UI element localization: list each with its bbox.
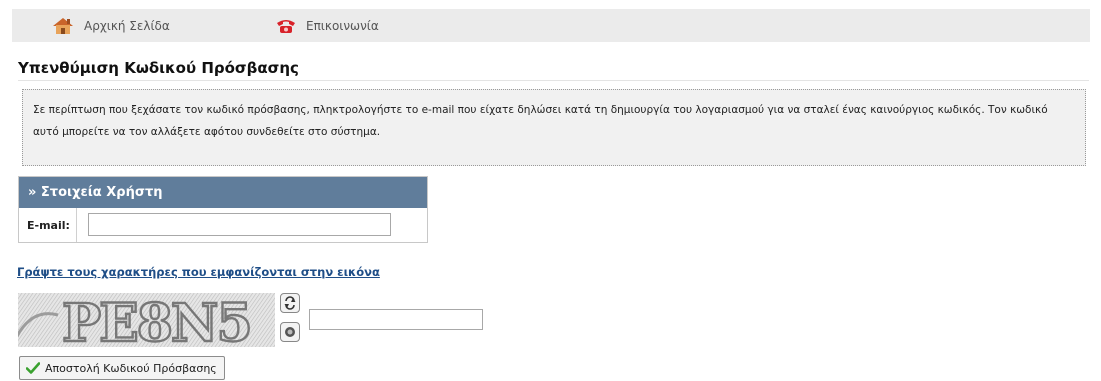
send-password-label: Αποστολή Κωδικού Πρόσβασης [45, 361, 217, 375]
captcha-image: PE8N5 [18, 293, 275, 347]
captcha-audio-button[interactable] [280, 322, 300, 342]
send-password-button[interactable]: Αποστολή Κωδικού Πρόσβασης [19, 356, 225, 380]
nav-home-label: Αρχική Σελίδα [84, 18, 170, 33]
email-input[interactable] [88, 213, 391, 236]
title-divider [18, 80, 1089, 81]
user-details-heading: » Στοιχεία Χρήστη [19, 177, 427, 208]
home-icon [53, 17, 73, 34]
captcha-text: PE8N5 [62, 293, 251, 347]
email-row: E-mail: [19, 208, 427, 242]
captcha-instruction-link[interactable]: Γράψτε τους χαρακτήρες που εμφανίζονται … [17, 265, 380, 279]
checkmark-icon [26, 362, 40, 374]
captcha-refresh-button[interactable] [280, 293, 300, 313]
refresh-icon [284, 296, 296, 310]
email-label: E-mail: [19, 208, 77, 242]
instructions-notice: Σε περίπτωση που ξεχάσατε τον κωδικό πρό… [22, 89, 1086, 166]
user-details-panel: » Στοιχεία Χρήστη E-mail: [18, 176, 428, 243]
top-navigation-bar: Αρχική Σελίδα Επικοινωνία [12, 9, 1090, 42]
audio-icon [285, 327, 295, 337]
phone-icon [277, 19, 295, 33]
captcha-input[interactable] [309, 309, 483, 330]
nav-home-link[interactable]: Αρχική Σελίδα [52, 9, 170, 42]
page-title: Υπενθύμιση Κωδικού Πρόσβασης [18, 59, 299, 77]
nav-contact-link[interactable]: Επικοινωνία [276, 9, 379, 42]
nav-contact-label: Επικοινωνία [306, 18, 379, 33]
